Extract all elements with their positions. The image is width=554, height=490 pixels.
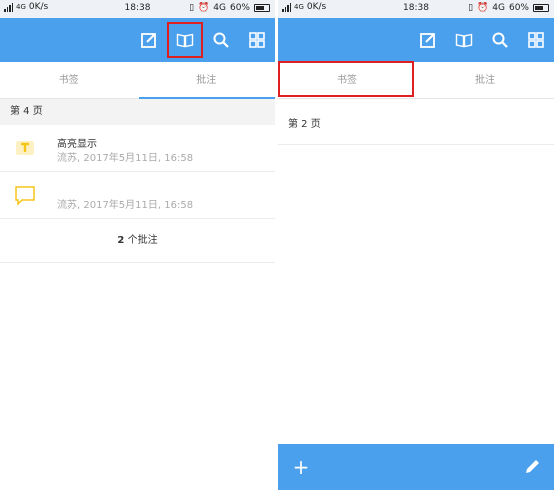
phone-left: 4G 0K/s 18:38 ▯ ⏰ 4G 60% 书签 批注 第 4 页 高亮显… — [0, 0, 275, 490]
edit-note-button[interactable] — [131, 18, 167, 62]
edit-note-icon — [420, 33, 435, 48]
toolbar — [0, 18, 275, 62]
grid-menu-button[interactable] — [518, 18, 554, 62]
search-icon — [213, 32, 229, 48]
grid-icon — [528, 32, 544, 48]
status-bar: 4G 0K/s 18:38 ▯ ⏰ 4G 60% — [0, 0, 275, 18]
network-type: 4G — [213, 3, 226, 13]
bottom-bar: + — [278, 444, 554, 490]
phone-right: 4G 0K/s 18:38 ▯ ⏰ 4G 60% 书签 批注 第 2 页 + — [278, 0, 554, 490]
toolbar — [278, 18, 554, 62]
battery-icon — [254, 4, 270, 12]
tab-bookmarks[interactable]: 书签 — [278, 62, 416, 98]
bookmark-list-button[interactable] — [446, 18, 482, 62]
book-icon — [455, 33, 473, 48]
annotation-meta: 流苏, 2017年5月11日, 16:58 — [57, 153, 194, 164]
vibrate-icon: ▯ — [189, 3, 195, 13]
annotation-count-label: 个批注 — [124, 235, 158, 246]
add-bookmark-button[interactable]: + — [290, 456, 312, 478]
bookmark-list-button[interactable] — [167, 18, 203, 62]
tab-annotations[interactable]: 批注 — [138, 62, 276, 98]
page-section-header: 第 4 页 — [0, 99, 275, 125]
search-button[interactable] — [203, 18, 239, 62]
edit-note-icon — [141, 33, 156, 48]
status-bar: 4G 0K/s 18:38 ▯ ⏰ 4G 60% — [278, 0, 554, 18]
grid-icon — [249, 32, 265, 48]
edit-note-button[interactable] — [410, 18, 446, 62]
alarm-icon: ⏰ — [198, 3, 210, 13]
search-button[interactable] — [482, 18, 518, 62]
annotation-meta: 流苏, 2017年5月11日, 16:58 — [57, 200, 194, 211]
grid-menu-button[interactable] — [239, 18, 275, 62]
book-icon — [176, 33, 194, 48]
pencil-icon[interactable] — [522, 457, 542, 477]
annotation-item-note[interactable]: 流苏, 2017年5月11日, 16:58 — [0, 172, 275, 219]
tab-bar: 书签 批注 — [0, 62, 275, 99]
tab-bookmarks[interactable]: 书签 — [0, 62, 138, 98]
battery-percent: 60% — [229, 3, 250, 13]
battery-icon — [533, 4, 549, 12]
highlight-icon — [16, 141, 34, 155]
active-tab-indicator — [139, 97, 275, 99]
annotation-count: 2 个批注 — [0, 219, 275, 263]
bookmark-item[interactable]: 第 2 页 — [278, 99, 554, 145]
search-icon — [492, 32, 508, 48]
annotation-title: 高亮显示 — [57, 139, 97, 150]
vibrate-icon: ▯ — [468, 3, 474, 13]
alarm-icon: ⏰ — [477, 3, 489, 13]
tab-bar: 书签 批注 — [278, 62, 554, 99]
network-type: 4G — [492, 3, 505, 13]
annotation-item-highlight[interactable]: 高亮显示 流苏, 2017年5月11日, 16:58 — [0, 125, 275, 172]
tab-annotations[interactable]: 批注 — [416, 62, 554, 98]
battery-percent: 60% — [508, 3, 529, 13]
comment-icon — [15, 186, 35, 206]
